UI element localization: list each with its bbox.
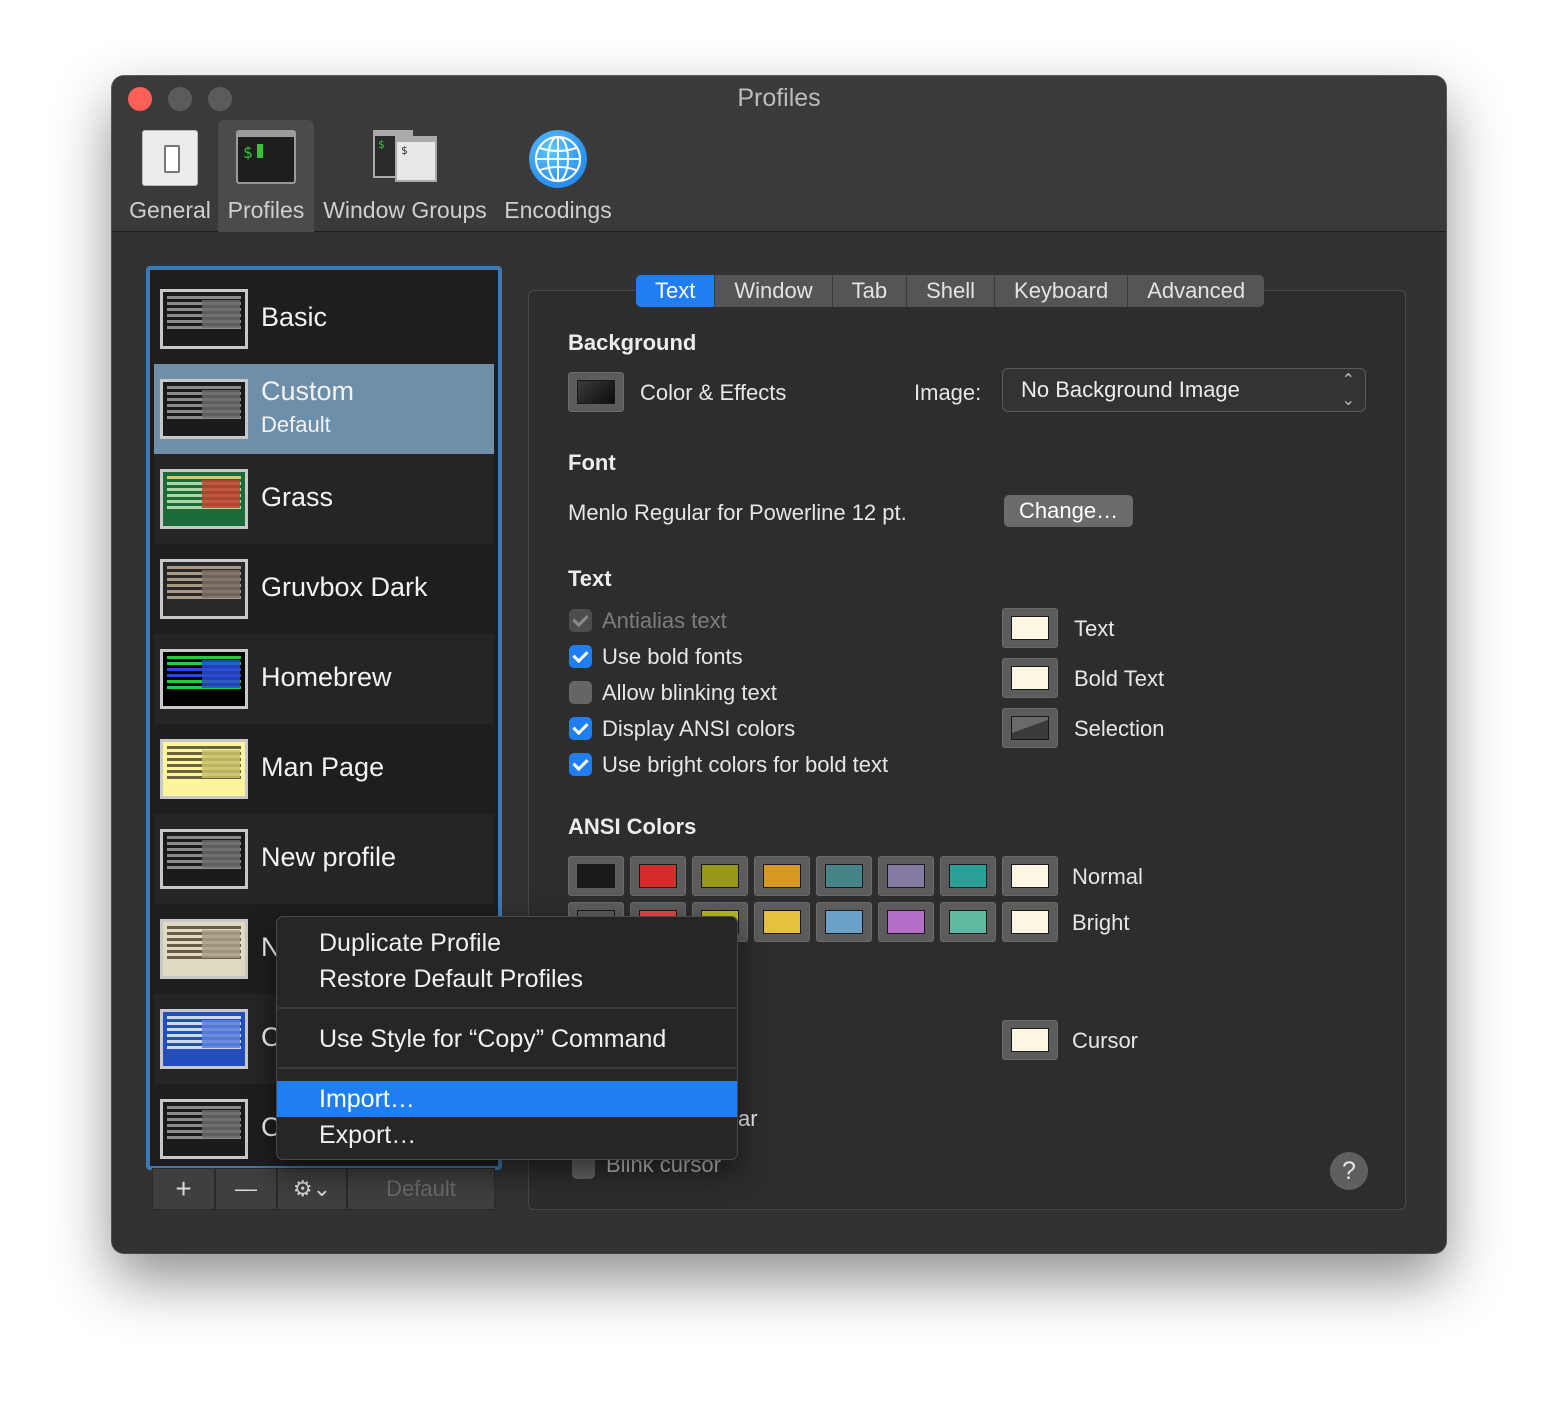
background-color-well[interactable] [568, 372, 624, 412]
ansi-normal-color-5[interactable] [878, 856, 934, 896]
ansi-bright-color-4[interactable] [816, 902, 872, 942]
ansi-colors-checkbox[interactable] [569, 717, 592, 740]
font-value: Menlo Regular for Powerline 12 pt. [568, 500, 907, 525]
ansi-bright-label: Bright [1072, 910, 1130, 935]
profile-thumbnail [160, 739, 248, 799]
menu-item-restore-default-profiles[interactable]: Restore Default Profiles [277, 961, 737, 997]
font-heading: Font [568, 450, 616, 475]
ansi-normal-color-7[interactable] [1002, 856, 1058, 896]
title-bar: Profiles General $ Profiles $ $ Window G… [112, 76, 1446, 232]
ansi-colors-heading: ANSI Colors [568, 814, 697, 839]
profiles-window: Profiles General $ Profiles $ $ Window G… [112, 76, 1446, 1253]
bright-bold-label: Use bright colors for bold text [602, 752, 889, 777]
tab-tab[interactable]: Tab [832, 275, 908, 307]
color-effects-label: Color & Effects [640, 380, 787, 405]
menu-separator [278, 1007, 736, 1009]
ansi-bright-color-7[interactable] [1002, 902, 1058, 942]
profile-row-gruvbox-dark[interactable]: Gruvbox Dark [154, 544, 494, 634]
profile-row-custom[interactable]: Custom Default [154, 364, 494, 454]
help-button[interactable]: ? [1330, 1152, 1368, 1190]
ansi-normal-color-3[interactable] [754, 856, 810, 896]
blinking-text-checkbox[interactable] [569, 681, 592, 704]
text-color-label: Text [1074, 616, 1115, 641]
bright-bold-checkbox[interactable] [569, 753, 592, 776]
toolbar-profiles[interactable]: $ Profiles [218, 120, 314, 232]
profile-thumbnail [160, 559, 248, 619]
window-groups-icon: $ $ [373, 130, 437, 184]
bold-text-color-well[interactable] [1002, 658, 1058, 698]
profile-thumbnail [160, 1099, 248, 1159]
text-color-well[interactable] [1002, 608, 1058, 648]
profile-thumbnail [160, 649, 248, 709]
profile-thumbnail [160, 289, 248, 349]
ansi-normal-color-0[interactable] [568, 856, 624, 896]
toolbar-window-groups[interactable]: $ $ Window Groups [320, 120, 490, 232]
ansi-bright-color-6[interactable] [940, 902, 996, 942]
gear-context-menu: Duplicate Profile Restore Default Profil… [276, 916, 738, 1160]
default-button[interactable]: Default [347, 1168, 495, 1210]
menu-item-export[interactable]: Export… [277, 1117, 737, 1153]
menu-separator [278, 1067, 736, 1069]
selection-color-label: Selection [1074, 716, 1165, 741]
profile-row-new-profile[interactable]: New profile [154, 814, 494, 904]
background-image-select[interactable]: No Background Image ⌃ ⌄ [1002, 368, 1366, 412]
menu-item-duplicate-profile[interactable]: Duplicate Profile [277, 925, 737, 961]
chevron-updown-icon: ⌃ ⌄ [1341, 372, 1355, 409]
cursor-color-label: Cursor [1072, 1028, 1139, 1053]
default-label: Default [261, 412, 331, 437]
ansi-bright-color-3[interactable] [754, 902, 810, 942]
profile-thumbnail [160, 829, 248, 889]
toolbar-general[interactable]: General [126, 120, 214, 232]
profile-row-basic[interactable]: Basic [154, 274, 494, 364]
image-label: Image: [914, 380, 982, 405]
settings-tabs: Text Window Tab Shell Keyboard Advanced [636, 275, 1265, 307]
bold-fonts-label: Use bold fonts [602, 644, 743, 669]
menu-item-import[interactable]: Import… [277, 1081, 737, 1117]
ansi-normal-color-6[interactable] [940, 856, 996, 896]
blinking-text-label: Allow blinking text [602, 680, 777, 705]
selection-color-well[interactable] [1002, 708, 1058, 748]
text-heading: Text [568, 566, 612, 591]
add-profile-button[interactable]: + [152, 1168, 215, 1210]
ansi-bright-color-5[interactable] [878, 902, 934, 942]
profile-row-homebrew[interactable]: Homebrew [154, 634, 494, 724]
profile-row-grass[interactable]: Grass [154, 454, 494, 544]
antialias-checkbox[interactable] [569, 609, 592, 632]
remove-profile-button[interactable]: — [215, 1168, 277, 1210]
ansi-normal-color-4[interactable] [816, 856, 872, 896]
profile-thumbnail [160, 469, 248, 529]
profile-thumbnail [160, 919, 248, 979]
ansi-normal-color-2[interactable] [692, 856, 748, 896]
general-switch-icon [142, 130, 198, 186]
antialias-label: Antialias text [602, 608, 727, 633]
tab-keyboard[interactable]: Keyboard [995, 275, 1129, 307]
tab-shell[interactable]: Shell [907, 275, 996, 307]
terminal-icon: $ [236, 130, 296, 184]
cursor-style-partial-label: ar [738, 1106, 758, 1131]
gear-menu-button[interactable]: ⚙⌄ [277, 1168, 347, 1210]
menu-item-use-style-copy[interactable]: Use Style for “Copy” Command [277, 1021, 737, 1057]
profile-thumbnail [160, 379, 248, 439]
ansi-colors-label: Display ANSI colors [602, 716, 796, 741]
tab-window[interactable]: Window [715, 275, 833, 307]
cursor-color-well[interactable] [1002, 1020, 1058, 1060]
ansi-normal-color-1[interactable] [630, 856, 686, 896]
bold-text-color-label: Bold Text [1074, 666, 1165, 691]
globe-icon [529, 130, 587, 188]
tab-advanced[interactable]: Advanced [1128, 275, 1265, 307]
toolbar-encodings[interactable]: Encodings [498, 120, 618, 232]
bold-fonts-checkbox[interactable] [569, 645, 592, 668]
background-heading: Background [568, 330, 697, 355]
change-font-button[interactable]: Change… [1004, 495, 1134, 527]
ansi-normal-label: Normal [1072, 864, 1143, 889]
window-title: Profiles [737, 84, 821, 112]
tab-text[interactable]: Text [636, 275, 716, 307]
profile-row-man-page[interactable]: Man Page [154, 724, 494, 814]
profile-thumbnail [160, 1009, 248, 1069]
